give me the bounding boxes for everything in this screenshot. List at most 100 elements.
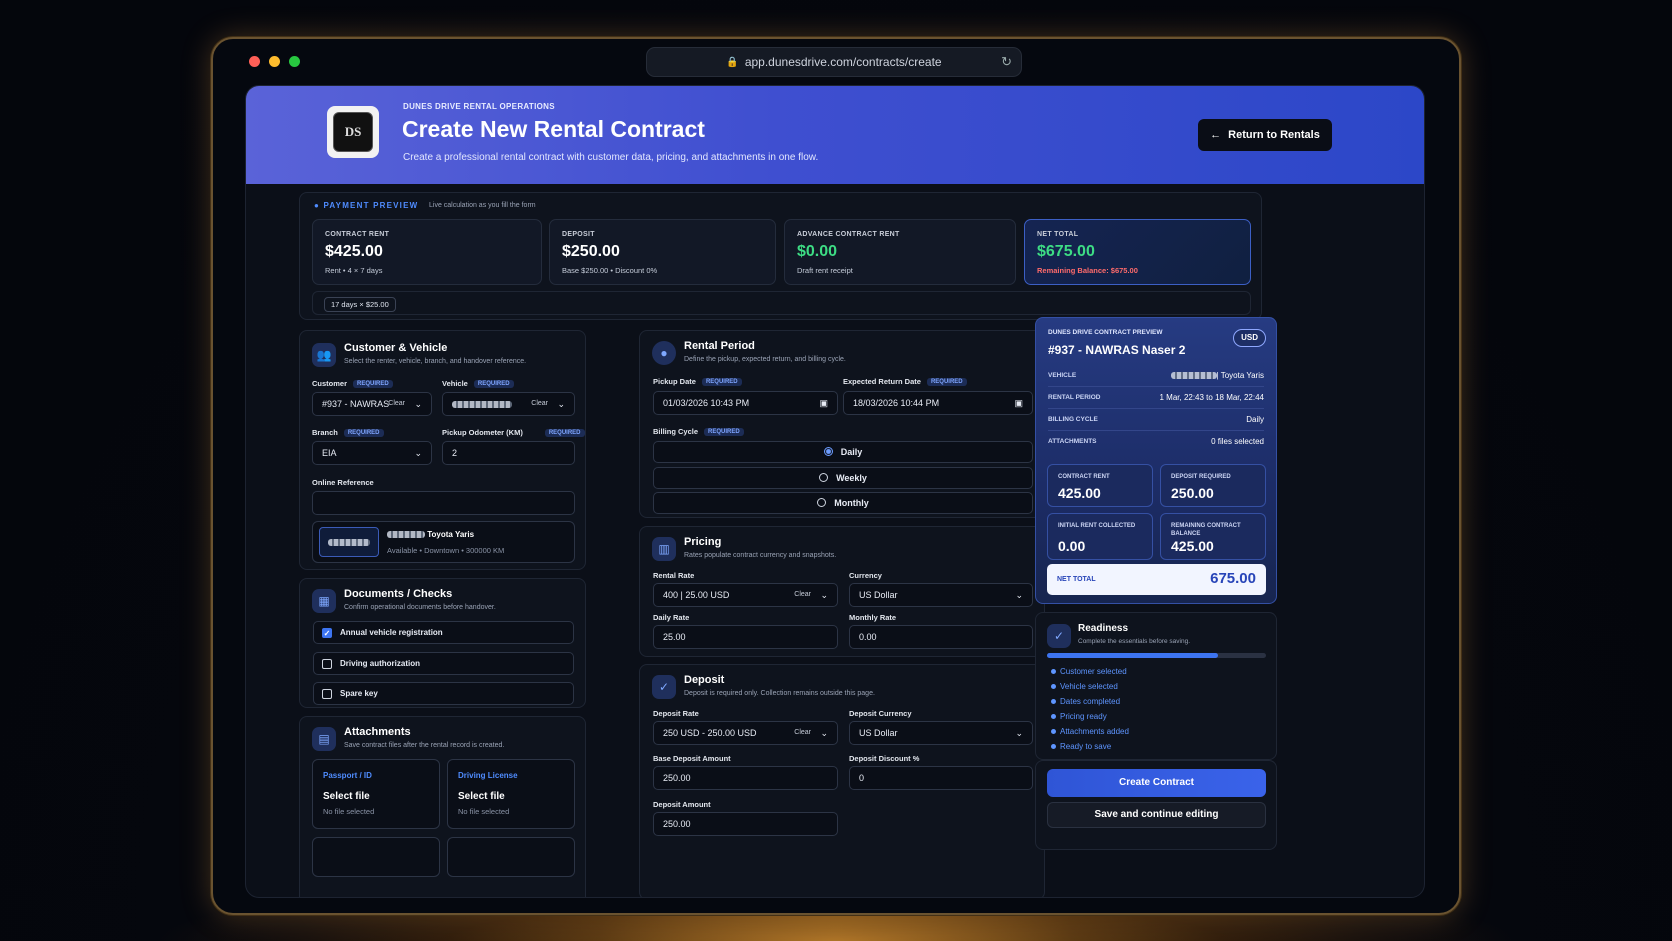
section-subtitle: Complete the essentials before saving.: [1078, 638, 1191, 645]
check-annual-registration[interactable]: ✓ Annual vehicle registration: [313, 621, 574, 644]
vehicle-thumbnail: [319, 527, 379, 557]
stat-deposit: DEPOSIT $250.00 Base $250.00 • Discount …: [549, 219, 776, 285]
check-driving-authorization[interactable]: Driving authorization: [313, 652, 574, 675]
branch-label: Branch REQUIRED: [312, 428, 384, 438]
create-contract-button[interactable]: Create Contract: [1047, 769, 1266, 797]
preview-row-key: BILLING CYCLE: [1048, 416, 1098, 423]
calendar-icon[interactable]: ▣: [819, 392, 828, 414]
redacted-plate: [452, 401, 512, 409]
billing-option-weekly[interactable]: Weekly: [653, 467, 1033, 489]
preview-row-vehicle: VEHICLE | Toyota Yaris: [1048, 366, 1264, 387]
vehicle-select[interactable]: Clear ⌄: [442, 392, 575, 416]
attachment-passport[interactable]: Passport / ID Select file No file select…: [312, 759, 440, 829]
billing-option-daily[interactable]: Daily: [653, 441, 1033, 463]
preview-eyebrow: DUNES DRIVE CONTRACT PREVIEW: [1048, 329, 1163, 336]
rental-rate-value: 400 | 25.00 USD: [663, 590, 730, 600]
checkbox-checked-icon[interactable]: ✓: [322, 628, 332, 638]
preview-row-value: 1 Mar, 22:43 to 18 Mar, 22:44: [1159, 393, 1264, 402]
arrow-left-icon: ←: [1210, 129, 1222, 141]
address-bar[interactable]: 🔒 app.dunesdrive.com/contracts/create ↻: [646, 47, 1022, 77]
stat-net-total: NET TOTAL $675.00 Remaining Balance: $67…: [1024, 219, 1251, 285]
select-file-button[interactable]: Select file: [458, 791, 505, 802]
return-date-input[interactable]: 18/03/2026 10:44 PM ▣: [843, 391, 1033, 415]
deposit-rate-select[interactable]: 250 USD - 250.00 USD Clear ⌄: [653, 721, 838, 745]
clear-rate-button[interactable]: Clear: [794, 584, 811, 606]
documents-card: ▦ Documents / Checks Confirm operational…: [299, 578, 586, 708]
stat-value: $250.00: [562, 243, 620, 260]
monthly-rate-input[interactable]: 0.00: [849, 625, 1033, 649]
stat-label: CONTRACT RENT: [325, 231, 390, 238]
currency-select[interactable]: US Dollar ⌄: [849, 583, 1033, 607]
section-title: Deposit: [684, 674, 725, 686]
lock-icon: 🔒: [726, 56, 739, 68]
save-continue-button[interactable]: Save and continue editing: [1047, 802, 1266, 828]
clear-customer-button[interactable]: Clear: [388, 393, 405, 415]
net-total-label: NET TOTAL: [1057, 576, 1096, 583]
section-title: Documents / Checks: [344, 588, 453, 600]
online-reference-label: Online Reference: [312, 478, 374, 487]
maximize-window-button[interactable]: [289, 56, 300, 67]
pickup-date-value: 01/03/2026 10:43 PM: [663, 398, 750, 408]
selected-vehicle-card[interactable]: Toyota Yaris Available • Downtown • 3000…: [312, 521, 575, 563]
close-window-button[interactable]: [249, 56, 260, 67]
select-file-button[interactable]: Select file: [323, 791, 370, 802]
preview-row-key: ATTACHMENTS: [1048, 438, 1097, 445]
clear-deposit-rate-button[interactable]: Clear: [794, 722, 811, 744]
billing-option-monthly[interactable]: Monthly: [653, 492, 1033, 514]
readiness-progress-track: [1047, 653, 1266, 658]
online-reference-input[interactable]: [312, 491, 575, 515]
users-icon: 👥: [312, 343, 336, 367]
rental-rate-select[interactable]: 400 | 25.00 USD Clear ⌄: [653, 583, 838, 607]
attachment-slot[interactable]: [312, 837, 440, 877]
preview-box-label: REMAINING CONTRACT BALANCE: [1171, 523, 1241, 537]
calendar-icon[interactable]: ▣: [1014, 392, 1023, 414]
checkbox-icon[interactable]: [322, 689, 332, 699]
section-title: Readiness: [1078, 623, 1129, 634]
window-controls: [249, 56, 300, 67]
section-title: Rental Period: [684, 340, 755, 352]
checkbox-icon[interactable]: [322, 659, 332, 669]
stat-value: $425.00: [325, 243, 383, 260]
stat-advance-rent: ADVANCE CONTRACT RENT $0.00 Draft rent r…: [784, 219, 1016, 285]
attachment-slot[interactable]: [447, 837, 575, 877]
stat-label: DEPOSIT: [562, 231, 595, 238]
odometer-input[interactable]: 2: [442, 441, 575, 465]
return-date-value: 18/03/2026 10:44 PM: [853, 398, 940, 408]
minimize-window-button[interactable]: [269, 56, 280, 67]
base-deposit-input[interactable]: 250.00: [653, 766, 838, 790]
deposit-discount-input[interactable]: 0: [849, 766, 1033, 790]
attachment-status: No file selected: [458, 807, 510, 816]
readiness-item: Attachments added: [1051, 727, 1129, 736]
check-spare-key[interactable]: Spare key: [313, 682, 574, 705]
return-to-rentals-button[interactable]: ← Return to Rentals: [1198, 119, 1332, 151]
preview-row-billing: BILLING CYCLE Daily: [1048, 410, 1264, 431]
deposit-currency-select[interactable]: US Dollar ⌄: [849, 721, 1033, 745]
preview-title: #937 - NAWRAS Naser 2: [1048, 343, 1186, 357]
currency-badge: USD: [1233, 329, 1266, 347]
section-subtitle: Select the renter, vehicle, branch, and …: [344, 358, 527, 365]
readiness-item: Customer selected: [1051, 667, 1127, 676]
customer-vehicle-card: 👥 Customer & Vehicle Select the renter, …: [299, 330, 586, 570]
vehicle-card-name: Toyota Yaris: [387, 530, 474, 539]
radio-selected-icon: [823, 447, 833, 456]
customer-select[interactable]: #937 - NAWRAS Clear ⌄: [312, 392, 432, 416]
reload-icon[interactable]: ↻: [1001, 54, 1012, 70]
calculation-chip: 17 days × $25.00: [324, 297, 396, 312]
attachment-driving-license[interactable]: Driving License Select file No file sele…: [447, 759, 575, 829]
pickup-date-label: Pickup Date REQUIRED: [653, 377, 742, 387]
deposit-discount-label: Deposit Discount %: [849, 754, 920, 763]
company-logo: DS: [327, 106, 379, 158]
branch-select[interactable]: EIA ⌄: [312, 441, 432, 465]
monthly-rate-label: Monthly Rate: [849, 613, 897, 622]
daily-rate-input[interactable]: 25.00: [653, 625, 838, 649]
radio-icon: [817, 498, 827, 507]
deposit-amount-input[interactable]: 250.00: [653, 812, 838, 836]
preview-row-key: VEHICLE: [1048, 372, 1077, 379]
clear-vehicle-button[interactable]: Clear: [531, 393, 548, 415]
pickup-date-input[interactable]: 01/03/2026 10:43 PM ▣: [653, 391, 838, 415]
stat-contract-rent: CONTRACT RENT $425.00 Rent • 4 × 7 days: [312, 219, 542, 285]
calculation-strip: [312, 291, 1251, 315]
payment-preview-note: Live calculation as you fill the form: [429, 202, 536, 209]
section-title: Attachments: [344, 726, 411, 738]
section-subtitle: Deposit is required only. Collection rem…: [684, 690, 875, 697]
